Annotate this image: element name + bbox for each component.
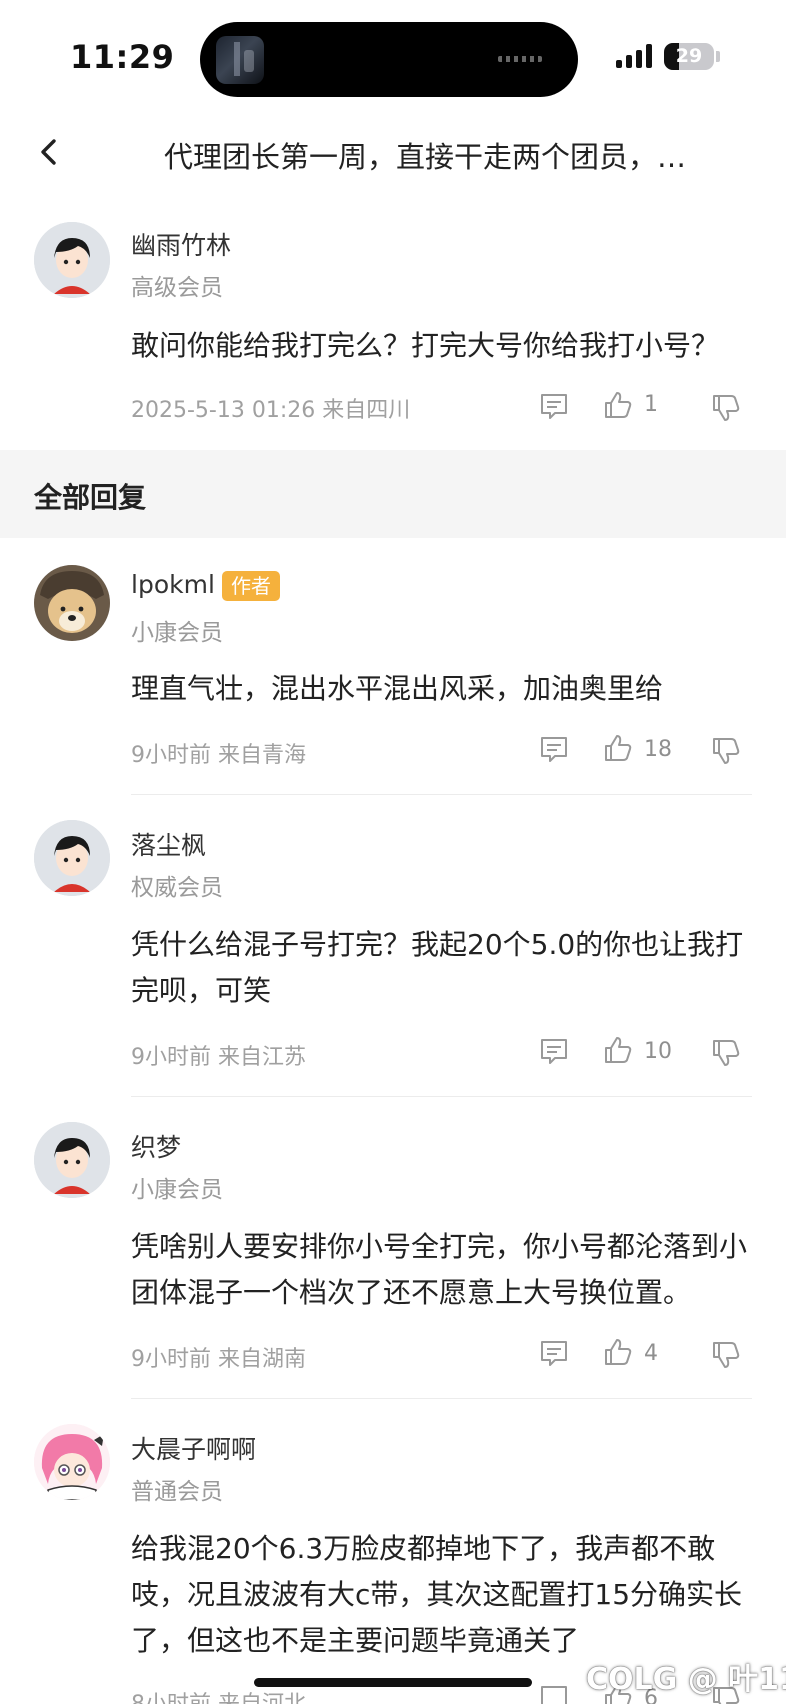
thumbs-down-icon[interactable] bbox=[710, 1037, 742, 1073]
like-count: 1 bbox=[644, 392, 658, 417]
section-title: 全部回复 bbox=[34, 481, 147, 514]
thumbs-down-icon[interactable] bbox=[710, 735, 742, 771]
thumbs-up-icon[interactable] bbox=[602, 1336, 634, 1372]
all-replies-section: 全部回复 bbox=[0, 450, 786, 538]
reply-content: 凭啥别人要安排你小号全打完，你小号都沦落到小团体混子一个档次了还不愿意上大号换位… bbox=[131, 1230, 748, 1309]
avatar[interactable] bbox=[34, 1424, 110, 1500]
thumbs-down-icon[interactable] bbox=[710, 1339, 742, 1375]
watermark: COLG @ 叶111 bbox=[586, 1662, 786, 1697]
thumbs-up-icon[interactable] bbox=[602, 1034, 634, 1070]
signal-icon bbox=[616, 44, 654, 68]
reply-icon[interactable] bbox=[538, 1337, 570, 1373]
reply-author-level: 普通会员 bbox=[131, 1479, 223, 1505]
reply-icon[interactable] bbox=[538, 1682, 570, 1704]
reply-author-level: 小康会员 bbox=[131, 620, 223, 646]
reply-author-level: 小康会员 bbox=[131, 1177, 223, 1203]
default-avatar-icon bbox=[34, 820, 110, 896]
reply-meta: 8小时前 来自河北 bbox=[131, 1686, 306, 1704]
reply-author-name[interactable]: 落尘枫 bbox=[131, 826, 206, 862]
reply-icon[interactable] bbox=[538, 1035, 570, 1071]
dynamic-island[interactable] bbox=[200, 22, 578, 97]
game-app-icon[interactable] bbox=[216, 36, 264, 84]
post-author-name[interactable]: 幽雨竹林 bbox=[131, 226, 231, 262]
anime-girl-avatar-icon bbox=[34, 1424, 110, 1500]
reply-icon[interactable] bbox=[538, 390, 570, 426]
dots-icon bbox=[498, 56, 542, 62]
avatar[interactable] bbox=[34, 1122, 110, 1198]
like-count: 4 bbox=[644, 1341, 658, 1366]
divider bbox=[131, 794, 752, 795]
avatar[interactable] bbox=[34, 565, 110, 641]
default-avatar-icon bbox=[34, 1122, 110, 1198]
thumbs-up-icon[interactable] bbox=[602, 389, 634, 425]
reply-author-name[interactable]: lpokml bbox=[131, 570, 215, 599]
avatar[interactable] bbox=[34, 222, 110, 298]
reply-meta: 9小时前 来自江苏 bbox=[131, 1045, 306, 1070]
dog-avatar-icon bbox=[34, 565, 110, 641]
post-meta: 2025-5-13 01:26 来自四川 bbox=[131, 398, 411, 423]
divider bbox=[131, 1096, 752, 1097]
divider bbox=[131, 1398, 752, 1399]
reply-content: 理直气壮，混出水平混出风采，加油奥里给 bbox=[131, 672, 664, 705]
post-content: 敢问你能给我打完么？打完大号你给我打小号？ bbox=[131, 329, 720, 362]
battery-level: 29 bbox=[675, 45, 703, 67]
reply-icon[interactable] bbox=[538, 733, 570, 769]
like-count: 10 bbox=[644, 1039, 672, 1064]
like-count: 18 bbox=[644, 737, 672, 762]
battery-cap bbox=[716, 51, 720, 62]
page-title: 代理团长第一周，直接干走两个团员，… bbox=[164, 140, 687, 174]
reply-content: 给我混20个6.3万脸皮都掉地下了，我声都不敢吱，况且波波有大c带，其次这配置打… bbox=[131, 1532, 743, 1657]
reply-meta: 9小时前 来自湖南 bbox=[131, 1347, 306, 1372]
avatar[interactable] bbox=[34, 820, 110, 896]
post-author-level: 高级会员 bbox=[131, 275, 223, 301]
default-avatar-icon bbox=[34, 222, 110, 298]
battery-icon: 29 bbox=[664, 43, 714, 70]
nav-header: 代理团长第一周，直接干走两个团员，… bbox=[0, 110, 786, 194]
reply-author-level: 权威会员 bbox=[131, 875, 223, 901]
reply-author-name[interactable]: 大晨子啊啊 bbox=[131, 1430, 256, 1466]
reply-content: 凭什么给混子号打完？我起20个5.0的你也让我打完呗，可笑 bbox=[131, 928, 744, 1007]
thumbs-down-icon[interactable] bbox=[710, 392, 742, 428]
author-badge: 作者 bbox=[222, 571, 280, 601]
reply-meta: 9小时前 来自青海 bbox=[131, 743, 306, 768]
status-time: 11:29 bbox=[70, 38, 175, 76]
status-bar: 11:29 29 bbox=[0, 0, 786, 110]
page: 11:29 29 代理团长第一周，直接干走两个团员，… 幽雨竹林 高级会员 敢问… bbox=[0, 0, 786, 1704]
back-arrow-icon[interactable] bbox=[34, 132, 64, 172]
reply-author-name[interactable]: 织梦 bbox=[131, 1128, 181, 1164]
home-indicator[interactable] bbox=[254, 1678, 532, 1687]
thumbs-up-icon[interactable] bbox=[602, 732, 634, 768]
